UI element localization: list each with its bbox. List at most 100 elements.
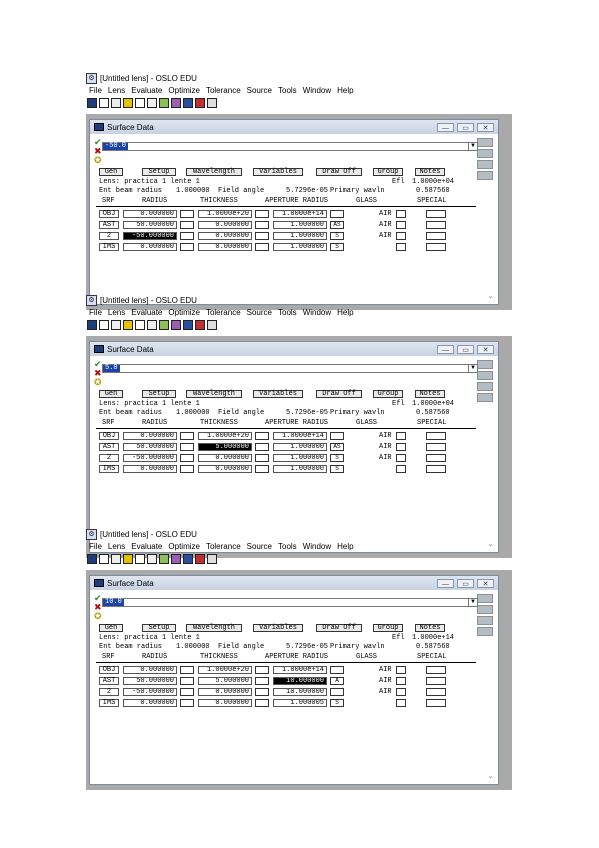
thickness-solve-button[interactable] bbox=[255, 454, 269, 462]
thickness-cell[interactable]: 5.000000 bbox=[198, 443, 252, 451]
menu-item-lens[interactable]: Lens bbox=[108, 542, 125, 551]
thickness-solve-button[interactable] bbox=[255, 443, 269, 451]
grid-icon[interactable] bbox=[207, 97, 217, 108]
side-button-4[interactable] bbox=[477, 171, 493, 180]
thickness-cell[interactable]: 0.000000 bbox=[198, 688, 252, 696]
thickness-cell[interactable]: 1.0000e+20 bbox=[198, 210, 252, 218]
glass-button[interactable] bbox=[396, 688, 406, 696]
radius-cell[interactable]: 50.000000 bbox=[123, 677, 177, 685]
menu-item-evaluate[interactable]: Evaluate bbox=[131, 542, 162, 551]
side-button-2[interactable] bbox=[477, 371, 493, 380]
thickness-cell[interactable]: 0.000000 bbox=[198, 454, 252, 462]
menu-item-file[interactable]: File bbox=[89, 86, 102, 95]
aperture-cell[interactable]: 1.0000e+14 bbox=[273, 210, 327, 218]
side-button-1[interactable] bbox=[477, 360, 493, 369]
hint-icon[interactable]: ✪ bbox=[94, 378, 102, 387]
gear-icon[interactable] bbox=[171, 319, 181, 330]
glass-button[interactable] bbox=[396, 243, 406, 251]
edit-icon[interactable] bbox=[111, 319, 121, 330]
side-button-3[interactable] bbox=[477, 382, 493, 391]
dropdown-icon[interactable]: ▼ bbox=[468, 365, 477, 372]
surface-data-icon[interactable] bbox=[87, 97, 97, 108]
special-button[interactable] bbox=[426, 677, 446, 685]
hint-icon[interactable]: ✪ bbox=[94, 156, 102, 165]
aperture-cell[interactable]: 1.0000e+14 bbox=[273, 666, 327, 674]
open-icon[interactable] bbox=[123, 319, 133, 330]
menu-item-source[interactable]: Source bbox=[247, 542, 272, 551]
thickness-cell[interactable]: 1.0000e+20 bbox=[198, 666, 252, 674]
lens-icon[interactable] bbox=[195, 97, 205, 108]
radius-solve-button[interactable] bbox=[180, 232, 194, 240]
thickness-solve-button[interactable] bbox=[255, 688, 269, 696]
spreadsheet-icon[interactable] bbox=[159, 553, 169, 564]
command-edit-field[interactable]: 5.0 ▼ bbox=[102, 364, 478, 373]
menu-item-evaluate[interactable]: Evaluate bbox=[131, 86, 162, 95]
radius-solve-button[interactable] bbox=[180, 432, 194, 440]
menu-item-help[interactable]: Help bbox=[337, 308, 353, 317]
radius-solve-button[interactable] bbox=[180, 666, 194, 674]
radius-cell[interactable]: -50.000000 bbox=[123, 454, 177, 462]
spreadsheet-icon[interactable] bbox=[159, 97, 169, 108]
menu-item-tolerance[interactable]: Tolerance bbox=[206, 308, 241, 317]
close-button[interactable]: ✕ bbox=[477, 344, 494, 354]
special-button[interactable] bbox=[426, 210, 446, 218]
group-button[interactable]: Group bbox=[373, 624, 403, 632]
draw-off-button[interactable]: Draw Off bbox=[316, 624, 362, 632]
variables-button[interactable]: Variables bbox=[253, 390, 303, 398]
setup-button[interactable]: Setup bbox=[142, 390, 176, 398]
aperture-flag-button[interactable] bbox=[330, 432, 344, 440]
thickness-solve-button[interactable] bbox=[255, 432, 269, 440]
wavelength-button[interactable]: Wavelength bbox=[186, 390, 242, 398]
thickness-solve-button[interactable] bbox=[255, 699, 269, 707]
menu-item-tools[interactable]: Tools bbox=[278, 86, 297, 95]
hint-icon[interactable]: ✪ bbox=[94, 612, 102, 621]
menu-item-optimize[interactable]: Optimize bbox=[168, 308, 200, 317]
special-button[interactable] bbox=[426, 221, 446, 229]
menu-item-tools[interactable]: Tools bbox=[278, 542, 297, 551]
aperture-cell[interactable]: 10.000000 bbox=[273, 688, 327, 696]
close-button[interactable]: ✕ bbox=[477, 122, 494, 132]
radius-cell[interactable]: -50.000000 bbox=[123, 688, 177, 696]
thickness-cell[interactable]: 0.000000 bbox=[198, 699, 252, 707]
glass-button[interactable] bbox=[396, 232, 406, 240]
wavelength-button[interactable]: Wavelength bbox=[186, 168, 242, 176]
menu-item-lens[interactable]: Lens bbox=[108, 308, 125, 317]
blank2-icon[interactable] bbox=[135, 319, 145, 330]
menu-item-file[interactable]: File bbox=[89, 542, 102, 551]
special-button[interactable] bbox=[426, 232, 446, 240]
draw-off-button[interactable]: Draw Off bbox=[316, 168, 362, 176]
thickness-cell[interactable]: 0.000000 bbox=[198, 465, 252, 473]
dropdown-icon[interactable]: ▼ bbox=[468, 599, 477, 606]
aperture-cell[interactable]: 1.000000 bbox=[273, 232, 327, 240]
radius-cell[interactable]: 50.000000 bbox=[123, 221, 177, 229]
surface-number[interactable]: 2 bbox=[99, 454, 119, 462]
menu-item-tools[interactable]: Tools bbox=[278, 308, 297, 317]
radius-solve-button[interactable] bbox=[180, 677, 194, 685]
special-button[interactable] bbox=[426, 443, 446, 451]
aperture-flag-button[interactable] bbox=[330, 666, 344, 674]
blank-icon[interactable] bbox=[99, 553, 109, 564]
aperture-cell[interactable]: 1.000000 bbox=[273, 221, 327, 229]
menu-item-help[interactable]: Help bbox=[337, 86, 353, 95]
radius-cell[interactable]: 0.000000 bbox=[123, 210, 177, 218]
calc-icon[interactable] bbox=[147, 553, 157, 564]
menu-item-file[interactable]: File bbox=[89, 308, 102, 317]
blank2-icon[interactable] bbox=[135, 553, 145, 564]
gear-icon[interactable] bbox=[171, 97, 181, 108]
group-button[interactable]: Group bbox=[373, 390, 403, 398]
edit-icon[interactable] bbox=[111, 97, 121, 108]
maximize-button[interactable]: ▭ bbox=[457, 344, 474, 354]
aperture-flag-button[interactable]: S bbox=[330, 232, 344, 240]
group-button[interactable]: Group bbox=[373, 168, 403, 176]
blank2-icon[interactable] bbox=[135, 97, 145, 108]
aperture-flag-button[interactable]: AS bbox=[330, 443, 344, 451]
thickness-solve-button[interactable] bbox=[255, 465, 269, 473]
side-button-3[interactable] bbox=[477, 160, 493, 169]
radius-solve-button[interactable] bbox=[180, 210, 194, 218]
glass-button[interactable] bbox=[396, 699, 406, 707]
thickness-cell[interactable]: 0.000000 bbox=[198, 221, 252, 229]
aperture-cell[interactable]: 1.000000 bbox=[273, 465, 327, 473]
surface-number[interactable]: AST bbox=[99, 221, 119, 229]
aperture-cell[interactable]: 1.000005 bbox=[273, 699, 327, 707]
thickness-solve-button[interactable] bbox=[255, 210, 269, 218]
